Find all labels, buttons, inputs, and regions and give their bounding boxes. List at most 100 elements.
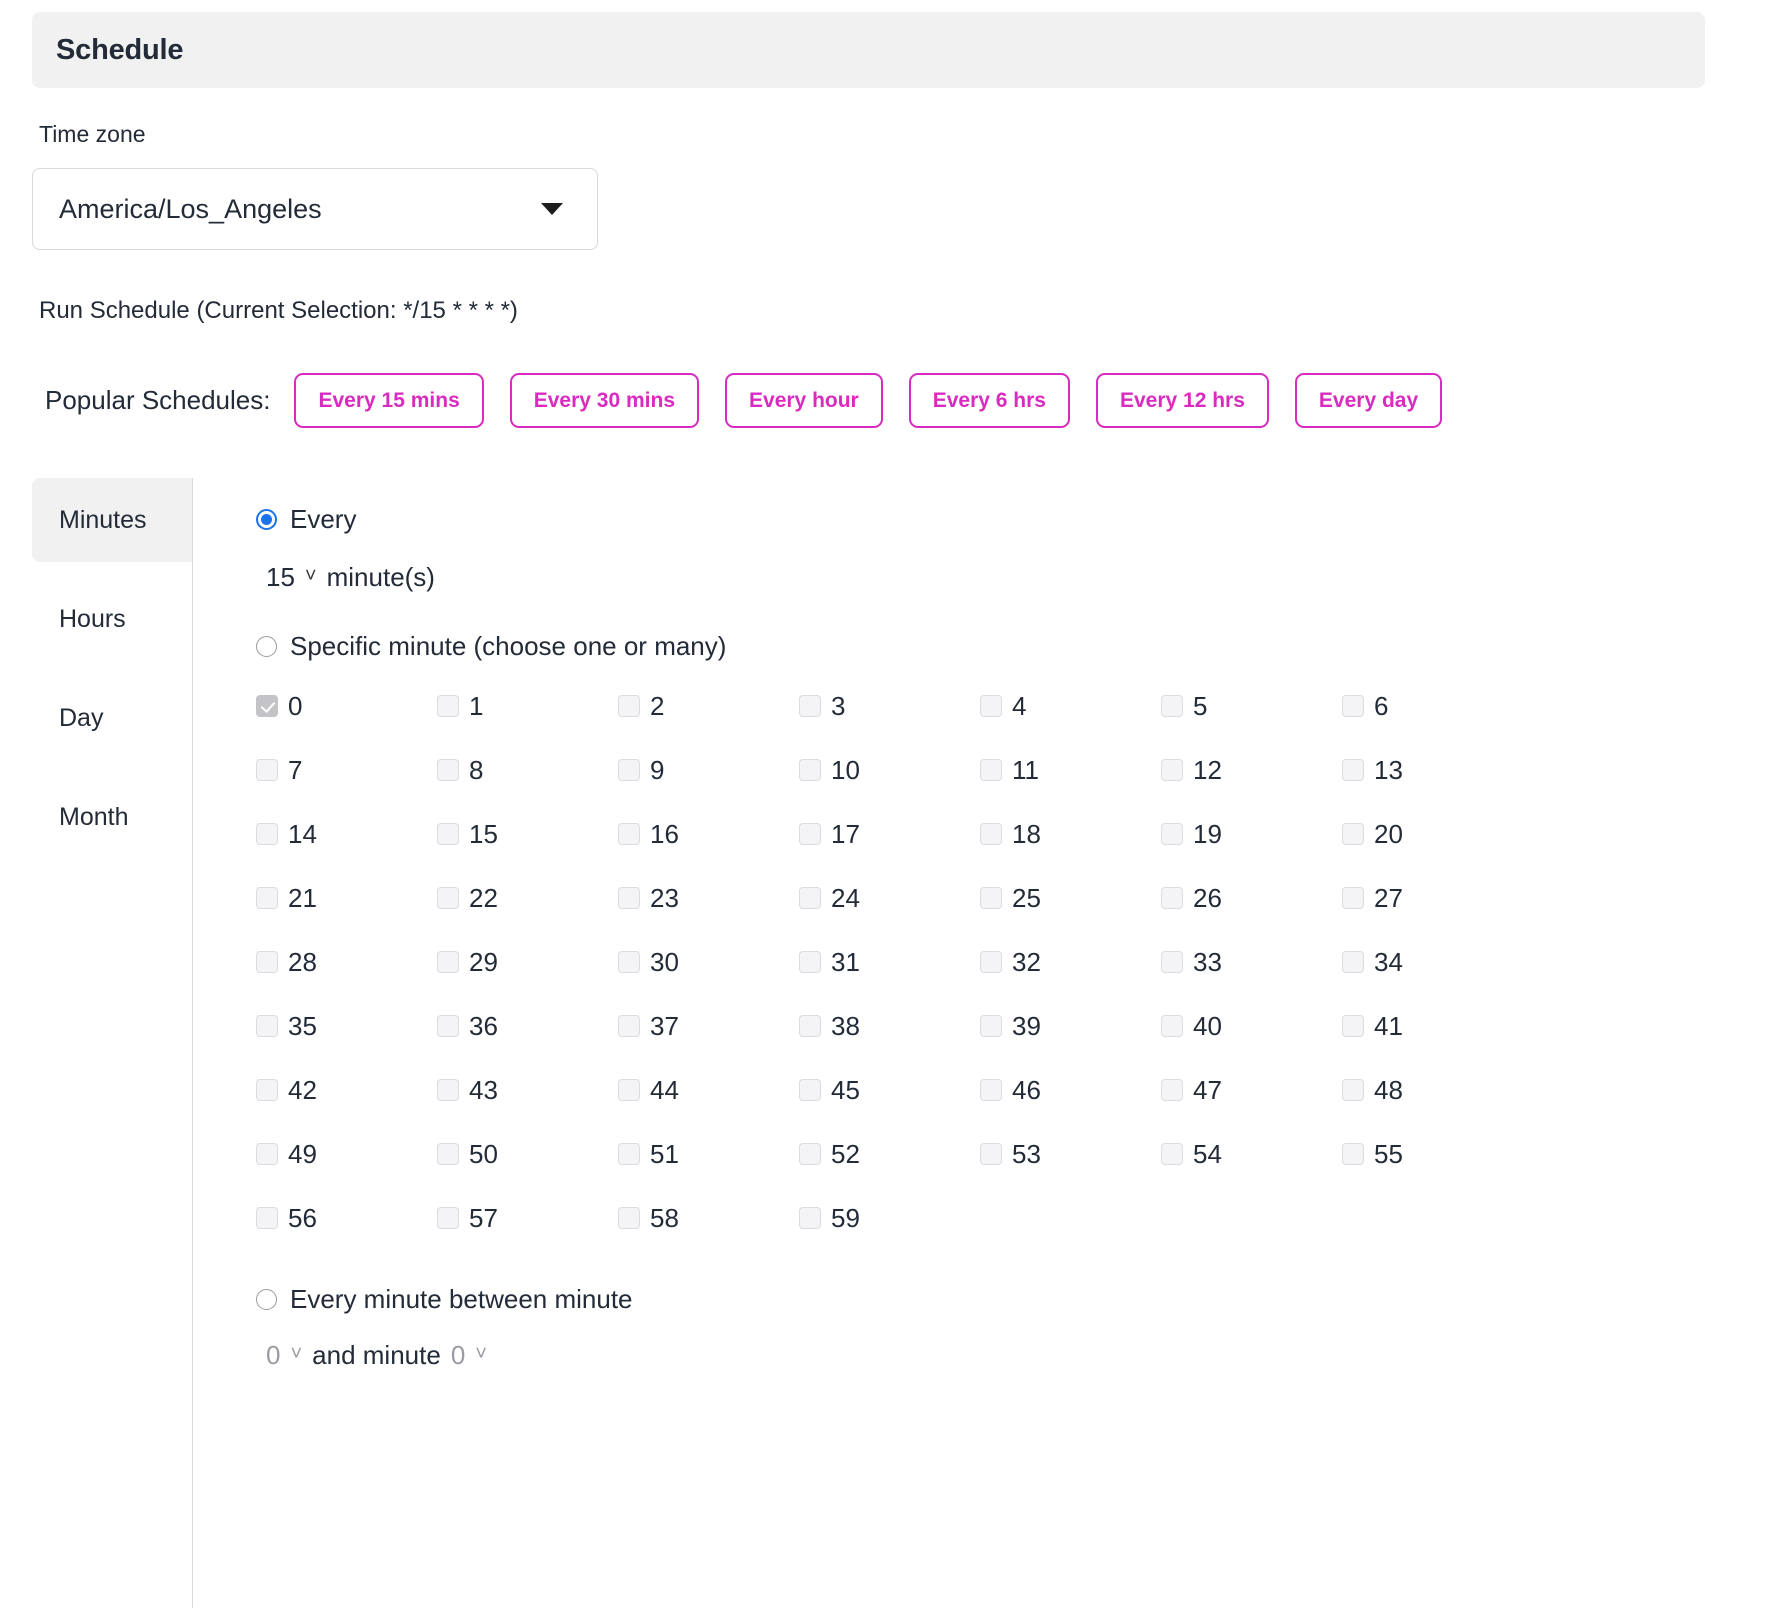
minute-checkbox-15[interactable]: 15 (437, 802, 618, 866)
minute-checkbox-52[interactable]: 52 (799, 1122, 980, 1186)
minute-checkbox-24[interactable]: 24 (799, 866, 980, 930)
minute-checkbox-1[interactable]: 1 (437, 674, 618, 738)
popular-schedule-every-15-mins[interactable]: Every 15 mins (294, 373, 484, 428)
minute-checkbox-29[interactable]: 29 (437, 930, 618, 994)
popular-schedule-every-6-hrs[interactable]: Every 6 hrs (908, 373, 1070, 428)
checkbox-indicator (1161, 951, 1183, 973)
minute-checkbox-25[interactable]: 25 (980, 866, 1161, 930)
minute-checkbox-56[interactable]: 56 (256, 1186, 437, 1250)
minute-checkbox-27[interactable]: 27 (1342, 866, 1523, 930)
minute-checkbox-59[interactable]: 59 (799, 1186, 980, 1250)
checkbox-indicator (618, 1015, 640, 1037)
minute-checkbox-38[interactable]: 38 (799, 994, 980, 1058)
minute-checkbox-20[interactable]: 20 (1342, 802, 1523, 866)
minute-checkbox-4[interactable]: 4 (980, 674, 1161, 738)
minute-checkbox-14[interactable]: 14 (256, 802, 437, 866)
minute-checkbox-8[interactable]: 8 (437, 738, 618, 802)
tab-minutes[interactable]: Minutes (32, 478, 192, 562)
minute-checkbox-55[interactable]: 55 (1342, 1122, 1523, 1186)
tab-hours[interactable]: Hours (32, 577, 192, 661)
minute-checkbox-42[interactable]: 42 (256, 1058, 437, 1122)
minute-checkbox-57[interactable]: 57 (437, 1186, 618, 1250)
minute-checkbox-48[interactable]: 48 (1342, 1058, 1523, 1122)
tab-day[interactable]: Day (32, 676, 192, 760)
minute-checkbox-30[interactable]: 30 (618, 930, 799, 994)
checkbox-indicator (799, 1143, 821, 1165)
minute-checkbox-23[interactable]: 23 (618, 866, 799, 930)
minute-checkbox-26[interactable]: 26 (1161, 866, 1342, 930)
popular-schedule-every-hour[interactable]: Every hour (725, 373, 883, 428)
minute-checkbox-22[interactable]: 22 (437, 866, 618, 930)
tab-month[interactable]: Month (32, 775, 192, 859)
checkbox-indicator (799, 759, 821, 781)
minute-checkbox-21[interactable]: 21 (256, 866, 437, 930)
minute-checkbox-9[interactable]: 9 (618, 738, 799, 802)
every-interval-select[interactable]: 15 ˅ (266, 562, 317, 593)
minute-checkbox-label: 10 (831, 754, 860, 785)
radio-between-minutes[interactable]: Every minute between minute (256, 1284, 633, 1315)
minute-checkbox-label: 13 (1374, 754, 1403, 785)
minute-checkbox-label: 7 (288, 754, 303, 785)
minute-checkbox-label: 29 (469, 946, 498, 977)
minute-checkbox-54[interactable]: 54 (1161, 1122, 1342, 1186)
minute-checkbox-12[interactable]: 12 (1161, 738, 1342, 802)
checkbox-indicator (437, 1015, 459, 1037)
between-end-select[interactable]: 0 ˅ (451, 1340, 487, 1371)
minute-checkbox-16[interactable]: 16 (618, 802, 799, 866)
minute-checkbox-58[interactable]: 58 (618, 1186, 799, 1250)
minute-checkbox-43[interactable]: 43 (437, 1058, 618, 1122)
minute-checkbox-32[interactable]: 32 (980, 930, 1161, 994)
minute-checkbox-53[interactable]: 53 (980, 1122, 1161, 1186)
minute-checkbox-33[interactable]: 33 (1161, 930, 1342, 994)
minute-checkbox-13[interactable]: 13 (1342, 738, 1523, 802)
minute-checkbox-label: 44 (650, 1074, 679, 1105)
minute-checkbox-2[interactable]: 2 (618, 674, 799, 738)
minute-checkbox-18[interactable]: 18 (980, 802, 1161, 866)
minute-checkbox-50[interactable]: 50 (437, 1122, 618, 1186)
minute-checkbox-47[interactable]: 47 (1161, 1058, 1342, 1122)
between-start-select[interactable]: 0 ˅ (266, 1340, 302, 1371)
minute-checkbox-36[interactable]: 36 (437, 994, 618, 1058)
checkbox-indicator (1161, 887, 1183, 909)
minute-checkbox-31[interactable]: 31 (799, 930, 980, 994)
minute-checkbox-7[interactable]: 7 (256, 738, 437, 802)
minute-checkbox-44[interactable]: 44 (618, 1058, 799, 1122)
popular-schedule-every-day[interactable]: Every day (1294, 373, 1443, 428)
checkbox-indicator (437, 695, 459, 717)
minute-checkbox-10[interactable]: 10 (799, 738, 980, 802)
checkbox-indicator (437, 1207, 459, 1229)
minute-checkbox-35[interactable]: 35 (256, 994, 437, 1058)
minute-checkbox-37[interactable]: 37 (618, 994, 799, 1058)
minute-checkbox-49[interactable]: 49 (256, 1122, 437, 1186)
minute-checkbox-51[interactable]: 51 (618, 1122, 799, 1186)
minute-checkbox-0[interactable]: 0 (256, 674, 437, 738)
minute-checkbox-11[interactable]: 11 (980, 738, 1161, 802)
minute-checkbox-label: 33 (1193, 946, 1222, 977)
timezone-select[interactable]: America/Los_Angeles (32, 168, 598, 250)
minute-checkbox-label: 41 (1374, 1010, 1403, 1041)
minute-checkbox-28[interactable]: 28 (256, 930, 437, 994)
run-schedule-text: Run Schedule (Current Selection: */15 * … (39, 297, 518, 324)
minute-checkbox-41[interactable]: 41 (1342, 994, 1523, 1058)
popular-schedule-every-30-mins[interactable]: Every 30 mins (509, 373, 700, 428)
popular-schedule-every-12-hrs[interactable]: Every 12 hrs (1095, 373, 1269, 428)
minute-checkbox-34[interactable]: 34 (1342, 930, 1523, 994)
radio-between-minutes-label: Every minute between minute (290, 1284, 633, 1314)
minute-checkbox-46[interactable]: 46 (980, 1058, 1161, 1122)
minute-checkbox-6[interactable]: 6 (1342, 674, 1523, 738)
radio-every[interactable]: Every (256, 504, 356, 535)
minute-checkbox-40[interactable]: 40 (1161, 994, 1342, 1058)
checkbox-indicator (1342, 887, 1364, 909)
radio-specific-minute[interactable]: Specific minute (choose one or many) (256, 631, 726, 662)
minute-checkbox-39[interactable]: 39 (980, 994, 1161, 1058)
minute-checkbox-5[interactable]: 5 (1161, 674, 1342, 738)
minute-checkbox-19[interactable]: 19 (1161, 802, 1342, 866)
minute-checkbox-45[interactable]: 45 (799, 1058, 980, 1122)
minute-checkbox-3[interactable]: 3 (799, 674, 980, 738)
minute-checkbox-17[interactable]: 17 (799, 802, 980, 866)
every-interval-value: 15 (266, 562, 295, 592)
minute-checkbox-label: 34 (1374, 946, 1403, 977)
minute-checkbox-label: 24 (831, 882, 860, 913)
checkbox-indicator (980, 1015, 1002, 1037)
checkbox-indicator (256, 1143, 278, 1165)
